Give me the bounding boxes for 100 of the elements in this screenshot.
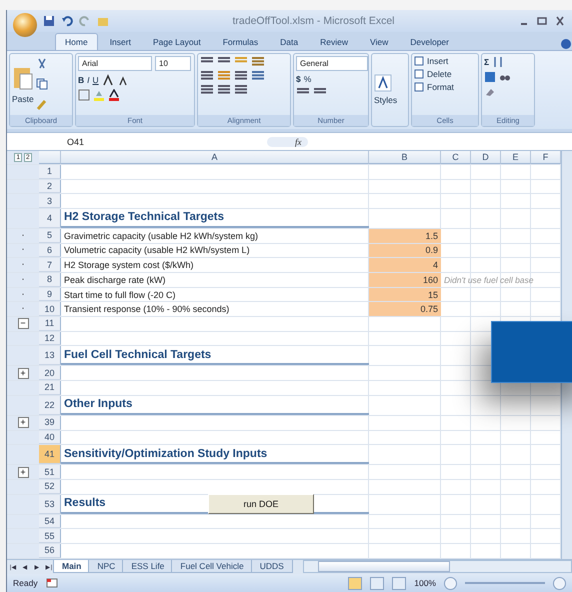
sheet-tab[interactable]: Fuel Cell Vehicle [171,560,253,574]
row-header[interactable]: 8 [39,273,61,287]
border-icon[interactable] [78,88,90,101]
section-heading: Sensitivity/Optimization Study Inputs [61,445,369,464]
cells-button[interactable]: Delete [427,68,452,79]
row-header[interactable]: 4 [39,208,61,228]
styles-button[interactable]: Styles [374,95,398,106]
row-header[interactable]: 21 [39,381,61,395]
maximize-icon[interactable] [536,16,548,26]
ribbon-tab[interactable]: Formulas [212,32,268,50]
function-button[interactable]: fx [267,136,308,147]
cells-icon[interactable] [414,56,424,66]
input-cell[interactable]: 1.5 [369,228,441,243]
outline-toggle-button[interactable]: + [18,417,28,428]
ribbon-tab[interactable]: Page Layout [142,32,211,50]
input-cell[interactable]: 0.75 [369,302,441,316]
undo-icon[interactable] [61,15,73,27]
row-header[interactable]: 22 [39,396,61,415]
row-header[interactable]: 51 [39,465,61,479]
row-header[interactable]: 5 [39,228,61,243]
styles-icon[interactable] [374,74,392,92]
row-header[interactable]: 52 [39,480,61,494]
ribbon-tab[interactable]: Data [270,32,308,50]
name-box[interactable]: O41 [7,136,267,147]
cells-icon[interactable] [414,68,424,79]
column-header[interactable]: F [531,150,561,164]
row-header[interactable]: 56 [39,544,61,558]
section-heading: H2 Storage Technical Targets [61,208,369,228]
font-size-field[interactable]: 10 [155,56,191,71]
outline-toggle-button[interactable]: − [18,318,28,330]
outline-dot: · [21,230,25,241]
horizontal-scrollbar[interactable] [302,560,572,574]
number-format-field[interactable]: General [296,56,368,71]
toolbar-icon[interactable] [251,56,265,67]
row-header[interactable]: 9 [39,288,61,302]
grow-font-icon[interactable] [102,74,114,86]
save-icon[interactable] [43,15,55,27]
copy-icon[interactable] [36,78,48,90]
row-header[interactable]: 41 [39,445,61,464]
paste-label[interactable]: Paste [12,94,34,104]
column-header[interactable]: B [369,150,441,164]
sheet-tab[interactable]: Main [53,560,90,574]
row-header[interactable]: 2 [39,180,61,194]
input-cell[interactable]: 160 [369,273,441,287]
row-header[interactable]: 6 [39,244,61,258]
sheet-tab[interactable]: NPC [88,560,124,574]
row-header[interactable]: 54 [39,514,61,528]
percent-button[interactable]: % [304,74,312,84]
toolbar-icon[interactable] [234,84,248,95]
ribbon-tab[interactable]: Home [55,32,98,50]
run-doe-button[interactable]: run DOE [208,494,314,514]
macro-record-icon[interactable] [46,577,58,590]
scissors-icon[interactable] [36,58,48,70]
cells-icon[interactable] [414,82,424,92]
input-cell[interactable]: 4 [369,258,441,272]
row-header[interactable]: 7 [39,258,61,272]
fill-icon[interactable] [484,70,496,83]
help-icon[interactable] [560,38,572,50]
input-cell[interactable]: 15 [369,288,441,302]
currency-button[interactable]: $ [296,74,301,84]
row-header[interactable]: 12 [39,332,61,346]
font-name-field[interactable]: Arial [78,56,152,71]
row-header[interactable]: 40 [39,430,61,444]
sheet-tab[interactable]: ESS Life [122,560,174,574]
fill-color-icon[interactable] [93,88,105,101]
column-header[interactable]: A [61,150,369,164]
ribbon-tab[interactable]: Review [310,32,358,50]
toolbar-icon[interactable] [234,70,248,81]
row-header[interactable]: 13 [39,346,61,366]
row-header[interactable]: 3 [39,194,61,208]
row-header[interactable]: 10 [39,302,61,316]
row-header[interactable]: 39 [39,416,61,430]
autosum-button[interactable]: Σ [484,56,490,67]
row-header[interactable]: 53 [39,494,61,514]
sheet-tab[interactable]: UDDS [250,560,293,574]
ribbon-tab[interactable]: View [360,32,398,50]
cells-button[interactable]: Insert [427,56,448,66]
row-header[interactable]: 1 [39,164,61,179]
close-icon[interactable] [554,16,566,26]
cells-button[interactable]: Format [427,82,454,92]
outline-toggle-button[interactable]: + [18,466,28,478]
office-button[interactable] [13,13,37,37]
column-header[interactable]: D [471,150,501,164]
toolbar-icon[interactable] [200,84,214,95]
row-header[interactable]: 55 [39,529,61,543]
font-color-icon[interactable] [108,88,120,101]
toolbar-icon[interactable] [200,70,214,81]
outline-toggle-button[interactable]: + [18,368,28,379]
row-header[interactable]: 11 [39,317,61,331]
italic-button[interactable]: I [87,74,90,85]
column-header[interactable]: C [441,150,471,164]
input-cell[interactable]: 0.9 [369,244,441,258]
ribbon-tab[interactable]: Insert [100,32,141,50]
row-header[interactable]: 20 [39,366,61,380]
underline-button[interactable]: U [92,74,99,85]
column-header[interactable]: E [501,150,531,164]
ribbon-tab[interactable]: Developer [400,32,459,50]
toolbar-icon[interactable] [251,70,265,81]
toolbar-icon[interactable] [217,84,231,95]
bold-button[interactable]: B [78,74,84,85]
